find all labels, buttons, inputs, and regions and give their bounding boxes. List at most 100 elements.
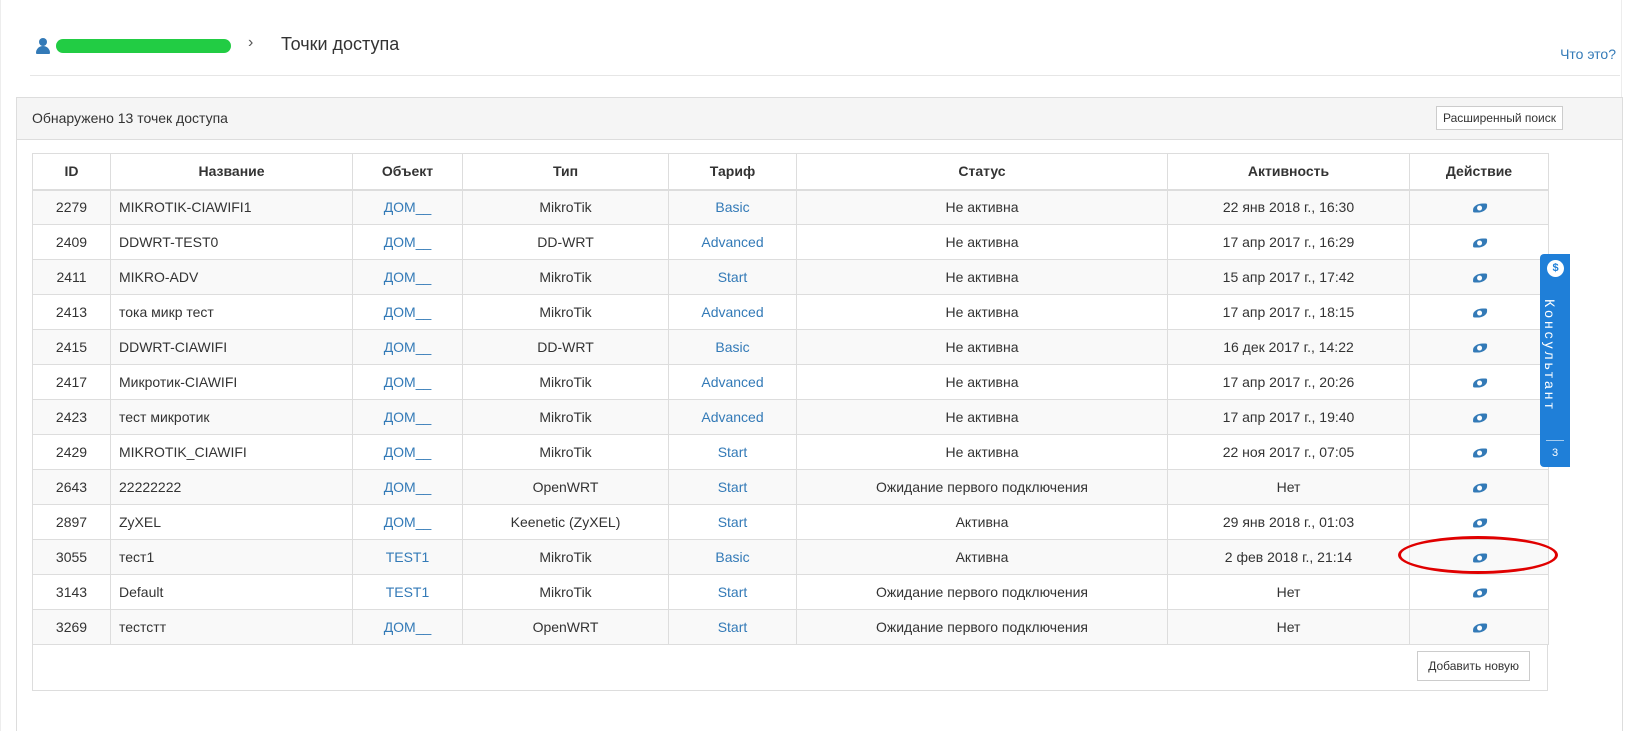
- view-button[interactable]: [1468, 336, 1489, 357]
- cell-tariff-link[interactable]: Start: [718, 584, 748, 600]
- cell-name: 22222222: [119, 479, 182, 495]
- table-cell: Не активна: [796, 294, 1168, 330]
- cell-id: 2411: [56, 269, 87, 285]
- view-button[interactable]: [1468, 476, 1489, 497]
- view-button[interactable]: [1468, 616, 1489, 637]
- view-button[interactable]: [1468, 371, 1489, 392]
- cell-object-link[interactable]: ДОМ__: [384, 409, 432, 425]
- column-header-activity[interactable]: Активность: [1167, 153, 1410, 191]
- table-row: 2415 DDWRT-CIAWIFI ДОМ__ DD-WRT Basic Не акти…: [32, 329, 1549, 365]
- eye-icon[interactable]: [1472, 273, 1487, 283]
- column-header-object[interactable]: Объект: [352, 153, 463, 191]
- cell-object-link[interactable]: ДОМ__: [384, 479, 432, 495]
- table-cell: ДОМ__: [352, 259, 463, 295]
- cell-activity: 16 дек 2017 г., 14:22: [1223, 339, 1354, 355]
- user-name-redacted[interactable]: username: [56, 39, 231, 53]
- cell-status: Не активна: [945, 409, 1019, 425]
- eye-icon[interactable]: [1472, 553, 1487, 563]
- access-points-table: ID Название Объект Тип Тариф Статус Акти…: [32, 153, 1549, 645]
- table-cell: 2279: [32, 189, 111, 225]
- table-cell-action: [1409, 434, 1549, 470]
- eye-icon[interactable]: [1472, 343, 1487, 353]
- page-header: username › Точки доступа Что это?: [30, 28, 1620, 76]
- table-cell: MikroTik: [462, 399, 669, 435]
- add-new-button[interactable]: Добавить новую: [1417, 651, 1530, 681]
- cell-object-link[interactable]: ДОМ__: [384, 514, 432, 530]
- breadcrumb-user[interactable]: username: [36, 38, 231, 54]
- cell-object-link[interactable]: ДОМ__: [384, 444, 432, 460]
- cell-object-link[interactable]: ДОМ__: [384, 374, 432, 390]
- cell-tariff-link[interactable]: Start: [718, 444, 748, 460]
- cell-type: MikroTik: [539, 199, 592, 216]
- view-button[interactable]: [1468, 266, 1489, 287]
- view-button[interactable]: [1468, 301, 1489, 322]
- eye-icon[interactable]: [1472, 308, 1487, 318]
- cell-name: DDWRT-TEST0: [119, 234, 219, 250]
- table-cell: 2413: [32, 294, 111, 330]
- help-link[interactable]: Что это?: [1560, 46, 1616, 62]
- table-row: 2897 ZyXEL ДОМ__ Keenetic (ZyXEL) Start Актив…: [32, 504, 1549, 540]
- eye-icon[interactable]: [1472, 588, 1487, 598]
- cell-object-link[interactable]: ДОМ__: [384, 269, 432, 285]
- cell-tariff-link[interactable]: Advanced: [701, 374, 763, 390]
- consultant-widget[interactable]: $ Консультант 3: [1540, 254, 1570, 467]
- table-row: 2429 MIKROTIK_CIAWIFI ДОМ__ MikroTik Start Не…: [32, 434, 1549, 470]
- cell-status: Не активна: [945, 234, 1019, 250]
- column-header-status[interactable]: Статус: [796, 153, 1168, 191]
- table-row: 2411 MIKRO-ADV ДОМ__ MikroTik Start Не активн…: [32, 259, 1549, 295]
- cell-tariff-link[interactable]: Start: [718, 619, 748, 635]
- view-button[interactable]: [1468, 546, 1489, 567]
- column-header-tariff[interactable]: Тариф: [668, 153, 797, 191]
- column-header-id[interactable]: ID: [32, 153, 111, 191]
- table-cell: Keenetic (ZyXEL): [462, 504, 669, 540]
- table-cell: 2417: [32, 364, 111, 400]
- eye-icon[interactable]: [1472, 483, 1487, 493]
- cell-tariff-link[interactable]: Advanced: [701, 409, 763, 425]
- eye-icon[interactable]: [1472, 378, 1487, 388]
- table-cell: 22 янв 2018 г., 16:30: [1167, 189, 1410, 225]
- cell-object-link[interactable]: ДОМ__: [384, 234, 432, 250]
- cell-type: OpenWRT: [532, 619, 599, 635]
- cell-id: 2279: [55, 199, 88, 216]
- view-button[interactable]: [1468, 441, 1489, 462]
- view-button[interactable]: [1468, 197, 1489, 218]
- cell-tariff-link[interactable]: Advanced: [701, 234, 763, 250]
- table-cell: Нет: [1167, 609, 1410, 645]
- eye-icon[interactable]: [1472, 518, 1487, 528]
- view-button[interactable]: [1468, 511, 1489, 532]
- cell-object-link[interactable]: TEST1: [386, 584, 430, 600]
- view-button[interactable]: [1468, 406, 1489, 427]
- cell-object-link[interactable]: ДОМ__: [384, 304, 432, 320]
- cell-tariff-link[interactable]: Advanced: [701, 304, 763, 320]
- view-button[interactable]: [1468, 231, 1489, 252]
- eye-icon[interactable]: [1472, 413, 1487, 423]
- eye-icon[interactable]: [1472, 448, 1487, 458]
- cell-tariff-link[interactable]: Start: [718, 514, 748, 530]
- advanced-search-button[interactable]: Расширенный поиск: [1436, 106, 1563, 130]
- view-button[interactable]: [1468, 581, 1489, 602]
- cell-object-link[interactable]: ДОМ__: [384, 199, 432, 215]
- cell-name: Микротик-CIAWIFI: [119, 374, 238, 390]
- cell-tariff-link[interactable]: Basic: [715, 549, 749, 565]
- cell-object-link[interactable]: ДОМ__: [384, 619, 432, 635]
- table-row: 2643 22222222 ДОМ__ OpenWRT Start Ожидание пе…: [32, 469, 1549, 505]
- cell-object-link[interactable]: ДОМ__: [384, 339, 432, 355]
- breadcrumb-separator: ›: [248, 34, 254, 51]
- cell-tariff-link[interactable]: Basic: [715, 339, 749, 355]
- eye-icon[interactable]: [1472, 203, 1487, 213]
- table-cell: 2643: [32, 469, 111, 505]
- cell-tariff-link[interactable]: Start: [718, 269, 748, 285]
- column-header-type[interactable]: Тип: [462, 153, 669, 191]
- eye-icon[interactable]: [1472, 238, 1487, 248]
- cell-object-link[interactable]: TEST1: [386, 549, 430, 565]
- cell-tariff-link[interactable]: Basic: [715, 199, 749, 215]
- cell-tariff-link[interactable]: Start: [718, 479, 748, 495]
- table-cell-action: [1409, 504, 1549, 540]
- eye-icon[interactable]: [1472, 623, 1487, 633]
- table-cell-action: [1409, 539, 1549, 575]
- column-header-name[interactable]: Название: [110, 153, 353, 191]
- table-cell: OpenWRT: [462, 469, 669, 505]
- table-cell: MikroTik: [462, 364, 669, 400]
- table-cell: MikroTik: [462, 259, 669, 295]
- cell-id: 3143: [55, 584, 88, 600]
